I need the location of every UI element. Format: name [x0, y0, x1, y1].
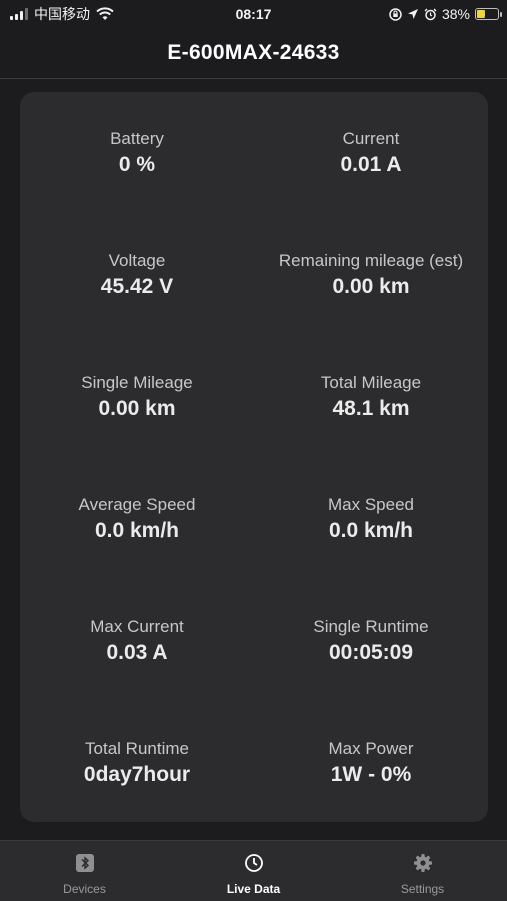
metric-max-current: Max Current 0.03 A: [20, 616, 254, 738]
gear-icon: [413, 853, 433, 873]
battery-charging-icon: ⚡: [475, 8, 502, 20]
bluetooth-icon: [75, 853, 95, 873]
metric-remaining-mileage: Remaining mileage (est) 0.00 km: [254, 250, 488, 372]
metric-label: Max Speed: [328, 495, 414, 514]
metric-label: Voltage: [108, 251, 166, 270]
tab-devices[interactable]: Devices: [0, 841, 169, 901]
metric-value: 0.0 km/h: [328, 519, 414, 542]
orientation-lock-icon: [389, 7, 402, 21]
metric-label: Battery: [110, 129, 164, 148]
metric-average-speed: Average Speed 0.0 km/h: [20, 494, 254, 616]
metric-label: Total Mileage: [320, 373, 422, 392]
metric-value: 0.00 km: [332, 275, 410, 298]
metric-value: 0day7hour: [83, 763, 191, 786]
metric-battery: Battery 0 %: [20, 128, 254, 250]
battery-percent: 38%: [441, 6, 470, 22]
metric-value: 45.42 V: [100, 275, 174, 298]
metric-label: Single Mileage: [81, 373, 193, 392]
status-bar: 中国移动 08:17 38% ⚡: [0, 0, 507, 28]
tab-label: Settings: [400, 882, 445, 896]
metric-label: Max Power: [328, 739, 414, 758]
tab-label: Devices: [63, 882, 106, 896]
metric-value: 00:05:09: [328, 641, 414, 664]
metric-total-mileage: Total Mileage 48.1 km: [254, 372, 488, 494]
metric-value: 1W - 0%: [330, 763, 412, 786]
metric-label: Max Current: [90, 617, 184, 636]
metric-label: Remaining mileage (est): [278, 251, 464, 270]
wifi-icon: [96, 7, 114, 20]
status-left: 中国移动: [0, 4, 114, 24]
metric-value: 48.1 km: [332, 397, 410, 420]
metric-label: Total Runtime: [85, 739, 189, 758]
page-title: E-600MAX-24633: [167, 41, 340, 64]
tab-settings[interactable]: Settings: [338, 841, 507, 901]
metric-value: 0 %: [118, 153, 156, 176]
metric-current: Current 0.01 A: [254, 128, 488, 250]
metrics-grid: Battery 0 % Current 0.01 A Voltage 45.42…: [20, 128, 488, 860]
metric-label: Single Runtime: [313, 617, 429, 636]
metric-max-speed: Max Speed 0.0 km/h: [254, 494, 488, 616]
metric-value: 0.01 A: [340, 153, 402, 176]
tab-label: Live Data: [226, 882, 281, 896]
metric-label: Average Speed: [78, 495, 196, 514]
metric-single-mileage: Single Mileage 0.00 km: [20, 372, 254, 494]
tab-bar: Devices Live Data Settings: [0, 840, 507, 901]
carrier-label: 中国移动: [34, 6, 90, 22]
metric-single-runtime: Single Runtime 00:05:09: [254, 616, 488, 738]
location-arrow-icon: [407, 9, 418, 19]
nav-header: E-600MAX-24633: [0, 28, 507, 79]
metric-value: 0.03 A: [106, 641, 168, 664]
metric-label: Current: [342, 129, 400, 148]
signal-icon: [10, 8, 28, 20]
metric-value: 0.00 km: [98, 397, 176, 420]
alarm-icon: [424, 8, 437, 20]
metric-value: 0.0 km/h: [94, 519, 180, 542]
tab-live-data[interactable]: Live Data: [169, 841, 338, 901]
status-right: 38% ⚡: [389, 6, 507, 22]
clock-icon: [244, 853, 264, 873]
live-data-card: Battery 0 % Current 0.01 A Voltage 45.42…: [20, 92, 488, 822]
metric-voltage: Voltage 45.42 V: [20, 250, 254, 372]
